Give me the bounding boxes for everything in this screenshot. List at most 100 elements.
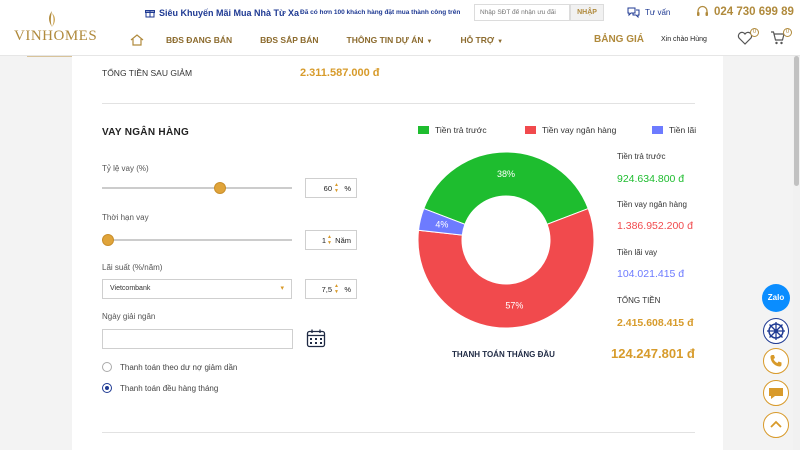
site-header: VINHOMES Siêu Khuyến Mãi Mua Nhà Từ Xa Đ… xyxy=(0,0,800,57)
legend-item-bankloan: Tiền vay ngân hàng xyxy=(525,125,616,135)
user-greeting[interactable]: Xin chào Hùng xyxy=(661,36,707,43)
logo-underline xyxy=(14,44,90,57)
spinner-icon[interactable]: ▲ ▼ xyxy=(327,234,332,246)
legend-swatch-downpayment xyxy=(418,126,429,134)
first-month-payment-label: THANH TOÁN THÁNG ĐẦU xyxy=(452,350,555,359)
ticker-text: Đã có hơn 100 khách hàng đặt mua thành c… xyxy=(300,9,461,16)
main-nav: BĐS ĐANG BÁN BĐS SẮP BÁN THÔNG TIN DỰ ÁN… xyxy=(130,34,531,46)
legend-item-interest: Tiền lãi xyxy=(652,125,696,135)
interest-value: 104.021.415 đ xyxy=(617,268,685,280)
advice-link[interactable]: Tư vấn xyxy=(627,7,670,18)
legend-swatch-bankloan xyxy=(525,126,536,134)
submit-phone-button[interactable]: NHẬP xyxy=(570,4,604,21)
legend-swatch-interest xyxy=(652,126,663,134)
total-after-discount-value: 2.311.587.000 đ xyxy=(300,67,380,79)
hotline-number: 024 730 699 89 xyxy=(714,5,794,18)
radio-declining[interactable] xyxy=(102,362,112,372)
chat-bubbles-icon xyxy=(627,7,640,18)
nav-item-selling[interactable]: BĐS ĐANG BÁN xyxy=(166,35,232,45)
bank-select[interactable]: Vietcombank ▾ xyxy=(102,279,292,299)
legend-item-downpayment: Tiền trả trước xyxy=(418,125,487,135)
down-payment-value: 924.634.800 đ xyxy=(617,173,685,185)
radio-equal-label: Thanh toán đều hàng tháng xyxy=(120,383,219,393)
loan-ratio-input[interactable]: 60 ▲ ▼ % xyxy=(305,178,357,198)
vinhomes-logo[interactable]: VINHOMES xyxy=(14,10,97,57)
advice-label: Tư vấn xyxy=(645,8,671,17)
interest-rate-label: Lãi suất (%/năm) xyxy=(102,263,163,272)
radio-option-declining[interactable]: Thanh toán theo dư nợ giảm dần xyxy=(102,362,237,372)
slice-label-bankloan: 57% xyxy=(505,300,523,310)
loan-ratio-slider-thumb[interactable] xyxy=(214,182,226,194)
chevron-down-icon: ▾ xyxy=(280,285,284,292)
caret-down-icon: ▼ xyxy=(497,39,504,45)
interest-rate-input[interactable]: 7,5 ▲ ▼ % xyxy=(305,279,357,299)
helm-button[interactable] xyxy=(763,318,789,344)
radio-equal[interactable] xyxy=(102,383,112,393)
divider xyxy=(102,103,695,104)
page: VINHOMES Siêu Khuyến Mãi Mua Nhà Từ Xa Đ… xyxy=(0,0,800,450)
loan-ratio-unit: % xyxy=(344,184,351,193)
loan-term-slider-track[interactable] xyxy=(102,239,292,241)
phone-call-icon xyxy=(770,355,782,367)
hotline[interactable]: 024 730 699 89 xyxy=(696,5,794,18)
bank-select-value: Vietcombank xyxy=(110,285,151,292)
nav-item-project-info-label: THÔNG TIN DỰ ÁN xyxy=(346,35,424,45)
loan-term-slider-thumb[interactable] xyxy=(102,234,114,246)
loan-term-label: Thời hạn vay xyxy=(102,213,149,222)
legend-label-downpayment: Tiền trả trước xyxy=(435,125,487,135)
interest-label: Tiền lãi vay xyxy=(617,248,658,257)
loan-donut-chart: 38% 57% 4% xyxy=(418,152,594,328)
promo-link[interactable]: Siêu Khuyến Mãi Mua Nhà Từ Xa xyxy=(145,8,299,18)
headset-icon xyxy=(697,5,708,16)
radio-declining-label: Thanh toán theo dư nợ giảm dần xyxy=(120,362,238,372)
page-scrollbar[interactable] xyxy=(793,56,800,450)
chat-button[interactable] xyxy=(763,380,789,406)
loan-term-value: 1 xyxy=(321,236,326,245)
interest-rate-unit: % xyxy=(344,285,351,294)
calendar-icon[interactable] xyxy=(306,328,326,348)
promo-text: Siêu Khuyến Mãi Mua Nhà Từ Xa xyxy=(159,8,300,18)
loan-section-title: VAY NGÂN HÀNG xyxy=(102,127,190,138)
caret-down-icon: ▼ xyxy=(426,39,433,45)
loan-ratio-label: Tỷ lệ vay (%) xyxy=(102,164,149,173)
spinner-icon[interactable]: ▲ ▼ xyxy=(334,283,339,295)
zalo-chat-button[interactable]: Zalo xyxy=(762,284,790,312)
phone-input[interactable] xyxy=(474,4,570,21)
home-icon[interactable] xyxy=(130,34,144,46)
scrollbar-thumb[interactable] xyxy=(794,56,799,186)
wishlist-count-badge: 0 xyxy=(750,28,759,37)
chevron-up-icon xyxy=(770,420,782,428)
price-board-link[interactable]: BẢNG GIÁ xyxy=(594,34,644,45)
spinner-icon[interactable]: ▲ ▼ xyxy=(334,182,339,194)
slice-label-interest: 4% xyxy=(435,219,448,229)
bank-loan-value: 1.386.952.200 đ xyxy=(617,220,693,232)
grand-total-label: TỔNG TIỀN xyxy=(617,296,661,305)
wishlist-button[interactable]: 0 xyxy=(737,28,759,48)
scroll-top-button[interactable] xyxy=(763,412,789,438)
divider xyxy=(102,432,695,433)
loan-ratio-slider-track[interactable] xyxy=(102,187,292,189)
nav-item-project-info[interactable]: THÔNG TIN DỰ ÁN ▼ xyxy=(347,35,433,45)
radio-option-equal[interactable]: Thanh toán đều hàng tháng xyxy=(102,383,218,393)
legend-label-interest: Tiền lãi xyxy=(669,125,697,135)
helm-icon xyxy=(767,322,785,340)
call-button[interactable] xyxy=(763,348,789,374)
down-payment-label: Tiền trả trước xyxy=(617,152,666,161)
disbursement-date-label: Ngày giải ngân xyxy=(102,312,156,321)
nav-item-support[interactable]: HỖ TRỢ ▼ xyxy=(460,35,503,45)
loan-calculator-card: TỔNG TIỀN SAU GIẢM 2.311.587.000 đ VAY N… xyxy=(72,56,723,450)
slice-label-downpayment: 38% xyxy=(497,169,515,179)
disbursement-date-input[interactable] xyxy=(102,329,293,349)
bank-loan-label: Tiền vay ngân hàng xyxy=(617,200,687,209)
slice-downpayment[interactable] xyxy=(423,152,589,225)
nav-item-upcoming[interactable]: BĐS SẮP BÁN xyxy=(260,35,318,45)
chat-icon xyxy=(769,388,783,399)
total-after-discount-label: TỔNG TIỀN SAU GIẢM xyxy=(102,68,193,78)
legend-label-bankloan: Tiền vay ngân hàng xyxy=(542,125,617,135)
loan-term-unit: Năm xyxy=(335,236,351,245)
cart-count-badge: 0 xyxy=(783,28,792,37)
cart-button[interactable]: 0 xyxy=(770,28,792,48)
nav-item-support-label: HỖ TRỢ xyxy=(460,35,495,45)
loan-term-input[interactable]: 1 ▲ ▼ Năm xyxy=(305,230,357,250)
first-month-payment-value: 124.247.801 đ xyxy=(611,346,695,361)
